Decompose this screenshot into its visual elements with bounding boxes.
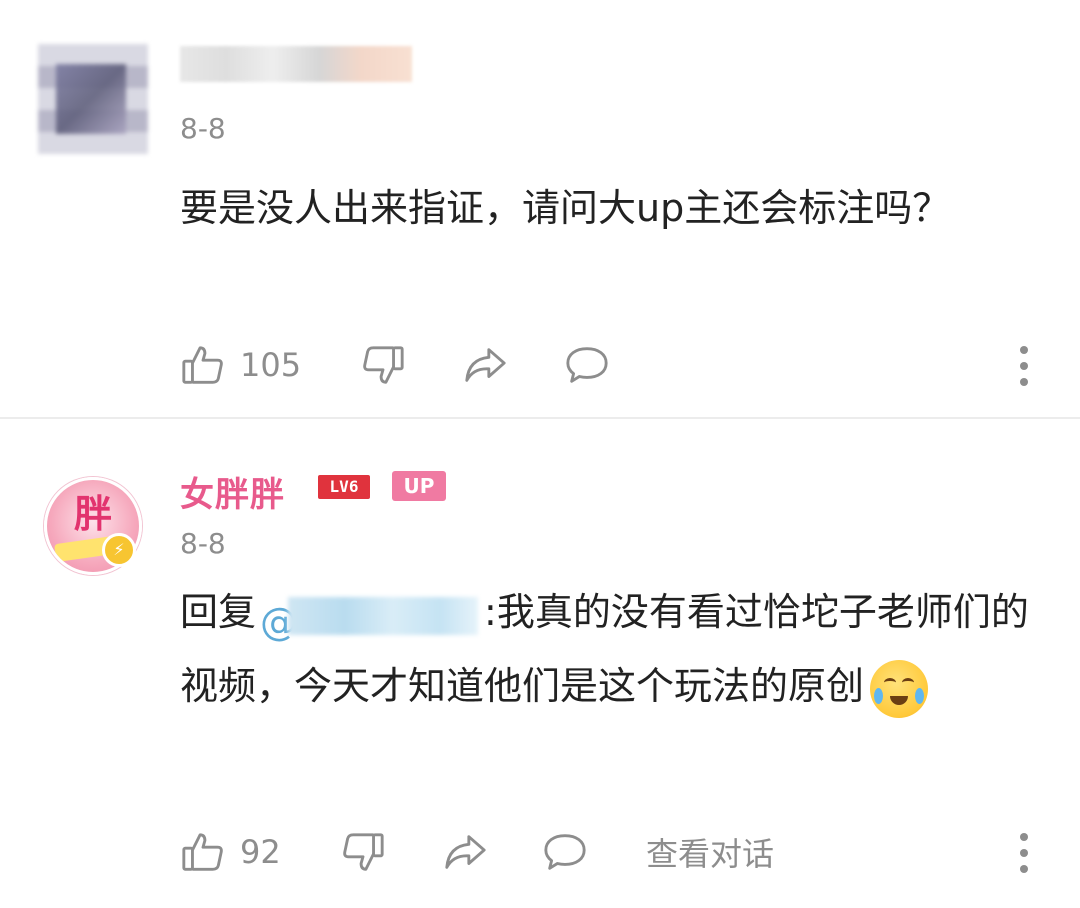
thumbs-up-icon bbox=[182, 346, 223, 384]
view-dialog-label: 查看对话 bbox=[646, 835, 775, 873]
share-button[interactable] bbox=[442, 827, 488, 877]
mention-username-redacted bbox=[288, 596, 479, 635]
share-button[interactable] bbox=[462, 340, 508, 390]
share-arrow-icon bbox=[465, 348, 506, 382]
thumbs-up-icon bbox=[182, 833, 223, 871]
reply-button[interactable] bbox=[542, 827, 588, 877]
comment-text: 要是没人出来指证，请问大up主还会标注吗？ bbox=[180, 186, 951, 230]
verified-bolt-icon: ⚡ bbox=[102, 533, 136, 567]
comment-date: 8-8 bbox=[180, 527, 226, 560]
reply-button[interactable] bbox=[564, 340, 610, 390]
reply-prefix: 回复 bbox=[180, 590, 257, 634]
username[interactable]: 女胖胖 bbox=[180, 467, 285, 516]
dislike-button[interactable] bbox=[360, 340, 406, 390]
up-badge: UP bbox=[392, 471, 446, 501]
view-dialog-button[interactable]: 查看对话 bbox=[646, 827, 774, 877]
mention-link[interactable]: @ bbox=[260, 593, 480, 644]
chat-bubble-icon bbox=[544, 834, 586, 870]
like-count: 92 bbox=[240, 833, 281, 871]
share-arrow-icon bbox=[445, 835, 486, 869]
like-button[interactable]: 92 bbox=[180, 827, 281, 877]
comment-item: 8-8 要是没人出来指证，请问大up主还会标注吗？ 105 bbox=[0, 0, 1080, 417]
more-button[interactable] bbox=[1010, 344, 1040, 388]
level-badge: LV6 bbox=[318, 475, 370, 499]
username-redacted[interactable] bbox=[180, 46, 412, 82]
comment-actions: 92 查看对话 bbox=[180, 827, 1040, 877]
thumbs-down-icon bbox=[343, 833, 384, 871]
more-button[interactable] bbox=[1010, 831, 1040, 875]
comment-actions: 105 bbox=[180, 340, 1040, 390]
comment-text: 回复 @:我真的没有看过恰坨子老师们的视频，今天才知道他们是这个玩法的原创 bbox=[180, 575, 1040, 723]
dislike-button[interactable] bbox=[340, 827, 386, 877]
like-count: 105 bbox=[240, 346, 302, 384]
avatar[interactable] bbox=[38, 44, 148, 154]
more-vertical-icon bbox=[1020, 833, 1028, 841]
chat-bubble-icon bbox=[566, 347, 608, 383]
thumbs-down-icon bbox=[363, 346, 404, 384]
crying-laugh-emoji-icon bbox=[870, 659, 929, 718]
more-vertical-icon bbox=[1020, 346, 1028, 354]
comment-date: 8-8 bbox=[180, 112, 226, 145]
like-button[interactable]: 105 bbox=[180, 340, 301, 390]
comment-item: 胖 ⚡ 女胖胖 LV6 UP 8-8 回复 @:我真的没有看过恰坨子老师们的视频，… bbox=[0, 419, 1080, 908]
